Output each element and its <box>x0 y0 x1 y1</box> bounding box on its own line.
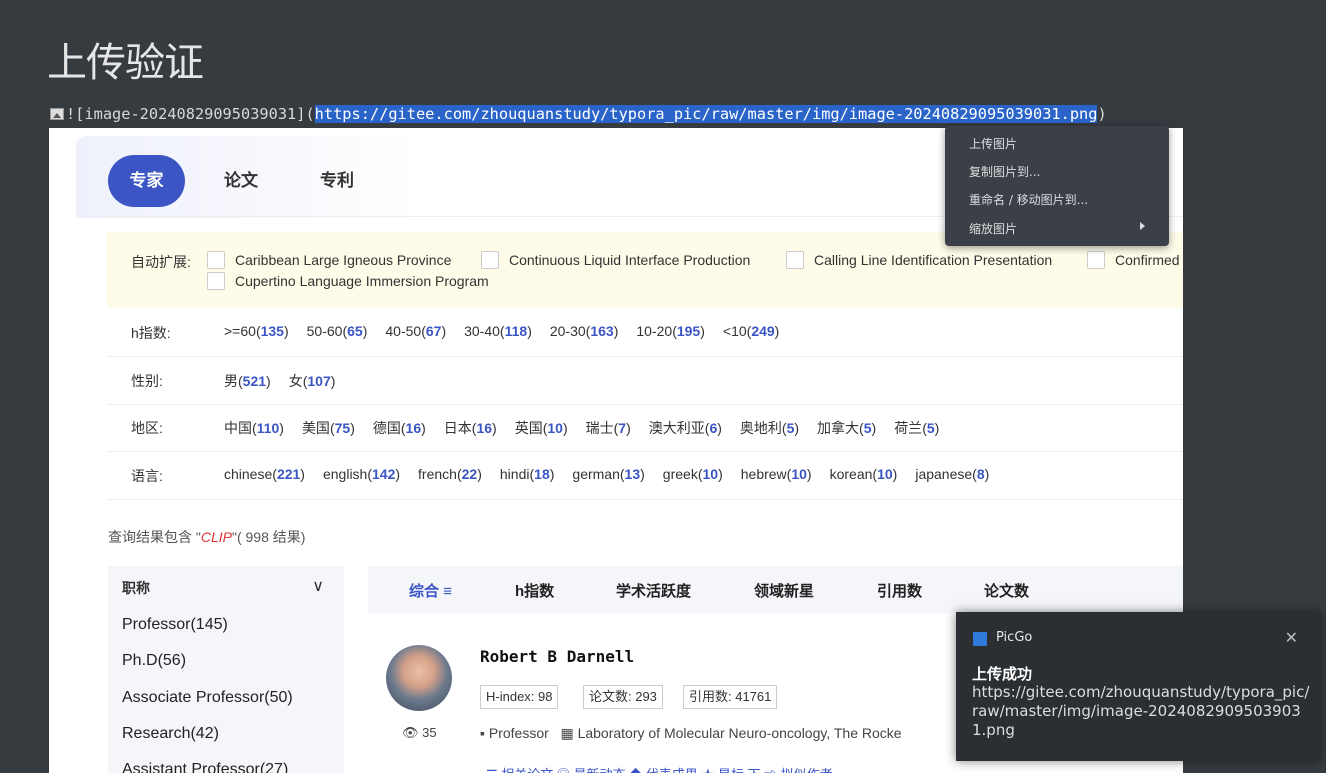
expand-option[interactable]: Confirmed <box>1087 251 1180 269</box>
filter-label: 地区: <box>131 420 163 436</box>
hindex-badge: H-index: 98 <box>480 685 559 709</box>
result-actions[interactable]: ☰ 相关论文 ◎ 最新动态 ◆ 代表成果 ★ 星标 下 ⇨ 拟似作者 <box>486 764 833 773</box>
tab-papers[interactable]: 论文 <box>224 155 258 207</box>
filter-option[interactable]: >=60(135) <box>224 323 289 339</box>
page-heading: 上传验证 <box>47 40 204 86</box>
chevron-down-icon[interactable]: ∨ <box>312 576 324 596</box>
sort-bar: 综合 ≡ h指数 学术活跃度 领域新星 引用数 论文数 <box>368 566 1183 613</box>
menu-zoom-image[interactable]: 缩放图片 <box>969 220 1017 237</box>
facet-item[interactable]: Professor(145) <box>122 616 228 634</box>
filter-option[interactable]: 男(521) <box>224 373 271 389</box>
filter-option[interactable]: 中国(110) <box>224 420 284 436</box>
briefcase-icon: ▪ <box>480 725 489 741</box>
result-summary: 查询结果包含 "CLIP"( 998 结果) <box>108 529 306 545</box>
avatar[interactable] <box>386 645 452 711</box>
institution-icon: ▦ <box>560 725 578 741</box>
view-count: 👁 35 <box>402 725 437 740</box>
sort-citations[interactable]: 引用数 <box>877 580 922 601</box>
filter-option[interactable]: 英国(10) <box>515 420 568 436</box>
filter-row: h指数: >=60(135) 50-60(65) 40-50(67) 30-40(118… <box>107 309 1183 357</box>
title-facet-panel: 职称 ∨ Professor(145) Ph.D(56) Associate P… <box>108 566 344 773</box>
tab-experts[interactable]: 专家 <box>108 155 185 207</box>
expand-option[interactable]: Calling Line Identification Presentation <box>786 251 1052 269</box>
filter-option[interactable]: german(13) <box>572 466 644 482</box>
checkbox[interactable] <box>207 251 225 269</box>
filter-label: 性别: <box>131 373 163 389</box>
notification-title: 上传成功 <box>972 665 1033 683</box>
expand-option[interactable]: Caribbean Large Igneous Province <box>207 251 451 269</box>
sort-hindex[interactable]: h指数 <box>515 580 554 601</box>
tab-patents[interactable]: 专利 <box>320 155 354 207</box>
filter-option[interactable]: hindi(18) <box>500 466 555 482</box>
sort-paper-count[interactable]: 论文数 <box>984 580 1029 601</box>
auto-expand-label: 自动扩展: <box>131 254 191 270</box>
filter-option[interactable]: 荷兰(5) <box>894 420 939 436</box>
facet-title: 职称 <box>122 580 150 596</box>
filter-option[interactable]: 50-60(65) <box>307 323 368 339</box>
checkbox[interactable] <box>1087 251 1105 269</box>
checkbox[interactable] <box>786 251 804 269</box>
md-prefix: ![image-20240829095039031]( <box>66 105 315 123</box>
citation-count-badge: 引用数: 41761 <box>683 685 778 709</box>
close-icon[interactable]: ✕ <box>1285 628 1298 647</box>
picgo-notification[interactable]: PicGo ✕ 上传成功 https://gitee.com/zhouquans… <box>956 612 1320 761</box>
notification-app-name: PicGo <box>996 630 1033 645</box>
researcher-meta: ▪ Professor ▦ Laboratory of Molecular Ne… <box>480 725 902 741</box>
facet-item[interactable]: Associate Professor(50) <box>122 689 293 707</box>
filter-row: 性别: 男(521) 女(107) <box>107 357 1183 405</box>
filter-row: 语言: chinese(221) english(142) french(22) hin… <box>107 452 1183 500</box>
filter-option[interactable]: 女(107) <box>289 373 336 389</box>
filter-option[interactable]: korean(10) <box>830 466 898 482</box>
expand-option[interactable]: Continuous Liquid Interface Production <box>481 251 750 269</box>
image-icon <box>50 108 64 120</box>
filter-option[interactable]: french(22) <box>418 466 482 482</box>
checkbox[interactable] <box>207 272 225 290</box>
researcher-name[interactable]: Robert B Darnell <box>480 647 634 666</box>
filter-option[interactable]: 40-50(67) <box>385 323 446 339</box>
expand-option[interactable]: Cupertino Language Immersion Program <box>207 272 489 290</box>
filter-option[interactable]: 德国(16) <box>373 420 426 436</box>
filter-option[interactable]: 20-30(163) <box>550 323 619 339</box>
facet-item[interactable]: Assistant Professor(27) <box>122 761 288 773</box>
filter-label: 语言: <box>131 468 163 484</box>
menu-upload-image[interactable]: 上传图片 <box>969 135 1017 152</box>
paper-count-badge: 论文数: 293 <box>583 685 663 709</box>
notification-body: https://gitee.com/zhouquanstudy/typora_p… <box>972 683 1310 739</box>
sort-overall[interactable]: 综合 ≡ <box>409 580 452 601</box>
filter-option[interactable]: 30-40(118) <box>464 323 532 339</box>
markdown-image-source[interactable]: ![image-20240829095039031](https://gitee… <box>50 104 1107 124</box>
filter-option[interactable]: 10-20(195) <box>636 323 705 339</box>
md-url-selected[interactable]: https://gitee.com/zhouquanstudy/typora_p… <box>314 105 1098 123</box>
filter-option[interactable]: 美国(75) <box>302 420 355 436</box>
filter-option[interactable]: greek(10) <box>663 466 723 482</box>
institution: Laboratory of Molecular Neuro-oncology, … <box>577 725 902 741</box>
menu-rename-move-image[interactable]: 重命名 / 移动图片到... <box>969 191 1088 208</box>
menu-copy-image-to[interactable]: 复制图片到... <box>969 163 1040 180</box>
filter-option[interactable]: chinese(221) <box>224 466 305 482</box>
filter-label: h指数: <box>131 325 171 341</box>
filter-option[interactable]: 澳大利亚(6) <box>649 420 722 436</box>
filter-option[interactable]: 日本(16) <box>444 420 497 436</box>
filter-option[interactable]: 加拿大(5) <box>817 420 876 436</box>
filter-option[interactable]: 瑞士(7) <box>586 420 631 436</box>
checkbox[interactable] <box>481 251 499 269</box>
filter-option[interactable]: hebrew(10) <box>741 466 812 482</box>
filter-option[interactable]: japanese(8) <box>915 466 989 482</box>
context-menu: 上传图片 复制图片到... 重命名 / 移动图片到... 缩放图片 <box>945 126 1169 246</box>
sort-activity[interactable]: 学术活跃度 <box>616 580 691 601</box>
filter-option[interactable]: 奥地利(5) <box>740 420 799 436</box>
filter-option[interactable]: <10(249) <box>723 323 779 339</box>
md-suffix: ) <box>1097 105 1107 123</box>
filter-row: 地区: 中国(110) 美国(75) 德国(16) 日本(16) 英国(10) 瑞士(7) 澳… <box>107 404 1183 452</box>
facet-item[interactable]: Ph.D(56) <box>122 652 186 670</box>
submenu-arrow-icon <box>1140 222 1145 230</box>
query-term: CLIP <box>200 529 232 545</box>
filter-option[interactable]: english(142) <box>323 466 400 482</box>
facet-item[interactable]: Research(42) <box>122 725 219 743</box>
picgo-logo-icon <box>973 632 987 646</box>
sort-rising-star[interactable]: 领域新星 <box>754 580 814 601</box>
